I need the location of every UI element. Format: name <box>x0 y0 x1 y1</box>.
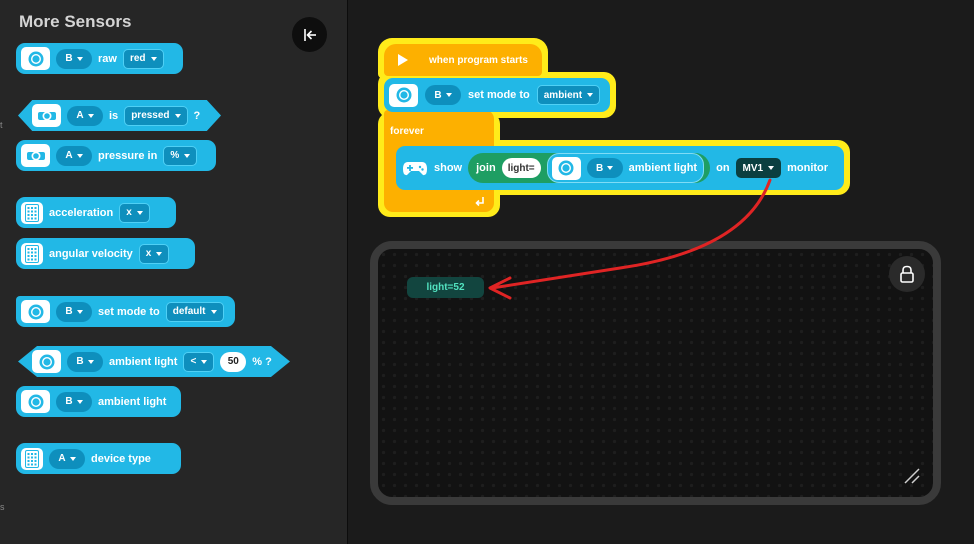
ambient-light-reporter[interactable]: B ambient light <box>546 153 705 183</box>
lock-icon <box>900 265 914 283</box>
monitor-dropdown[interactable]: MV1 <box>735 158 782 178</box>
forever-label: forever <box>390 126 424 137</box>
caret-down-icon <box>136 210 143 215</box>
caret-down-icon <box>76 56 83 61</box>
angular-velocity-block[interactable]: angular velocity x <box>16 238 195 269</box>
acceleration-block[interactable]: acceleration x <box>16 197 176 228</box>
play-icon <box>398 54 408 66</box>
port-dropdown[interactable]: B <box>56 391 92 412</box>
collapse-left-icon <box>303 28 316 41</box>
caret-down-icon <box>156 251 163 256</box>
block-palette: More Sensors t s B raw red A is pressed … <box>0 0 348 544</box>
operator-dropdown[interactable]: < <box>183 351 215 372</box>
caret-down-icon <box>445 93 452 97</box>
caret-down-icon <box>87 359 94 364</box>
loop-arrow-icon <box>475 197 484 207</box>
state-dropdown[interactable]: pressed <box>124 105 188 126</box>
join-block[interactable]: join light= B ambient light <box>468 153 711 183</box>
set-mode-block[interactable]: B set mode to default <box>16 296 235 327</box>
unit-suffix: % ? <box>252 355 272 368</box>
caret-down-icon <box>210 309 217 314</box>
caret-down-icon <box>76 399 83 404</box>
monitor-value-chip: light=52 <box>407 277 484 298</box>
show-on-monitor-block[interactable]: show join light= B ambient light on MV1 … <box>396 146 844 190</box>
hat-label: when program starts <box>429 55 528 66</box>
mode-dropdown[interactable]: ambient <box>536 85 601 105</box>
mode-dropdown[interactable]: default <box>165 301 224 322</box>
reporter-label: ambient light <box>628 162 698 174</box>
join-label: join <box>476 162 496 174</box>
resize-grip-icon[interactable] <box>903 467 921 485</box>
port-dropdown[interactable]: B <box>56 48 92 69</box>
ring-sensor-icon <box>21 300 50 323</box>
is-pressed-block[interactable]: A is pressed ? <box>18 100 221 131</box>
ring-sensor-icon <box>551 156 581 180</box>
axis-dropdown[interactable]: x <box>119 202 150 223</box>
block-label: angular velocity <box>49 247 133 260</box>
block-label: is <box>109 109 119 122</box>
block-label: device type <box>91 452 151 465</box>
caret-down-icon <box>76 309 83 314</box>
caret-down-icon <box>607 166 614 170</box>
unit-dropdown[interactable]: % <box>163 145 198 166</box>
caret-down-icon <box>69 456 76 461</box>
lock-button[interactable] <box>889 256 925 292</box>
port-dropdown[interactable]: A <box>49 448 85 469</box>
block-label: set mode to <box>468 89 530 101</box>
ambient-light-compare-block[interactable]: B ambient light < 50 % ? <box>18 346 290 377</box>
question-mark: ? <box>193 109 201 122</box>
edge-mark: t <box>0 120 3 130</box>
ring-sensor-icon <box>21 47 50 70</box>
ring-sensor-icon <box>389 83 418 107</box>
port-dropdown[interactable]: B <box>425 85 461 105</box>
pressure-block[interactable]: A pressure in % <box>16 140 216 171</box>
hub-icon <box>21 242 43 265</box>
port-dropdown[interactable]: B <box>67 351 103 372</box>
collapse-palette-button[interactable] <box>292 17 327 52</box>
set-mode-ambient-block[interactable]: B set mode to ambient <box>384 78 610 112</box>
port-dropdown[interactable]: B <box>56 301 92 322</box>
caret-down-icon <box>87 113 94 118</box>
caret-down-icon <box>201 359 208 364</box>
palette-title: More Sensors <box>19 12 132 31</box>
caret-down-icon <box>174 113 181 118</box>
port-dropdown[interactable]: A <box>56 145 92 166</box>
caret-down-icon <box>587 93 594 97</box>
device-type-block[interactable]: A device type <box>16 443 181 474</box>
threshold-input[interactable]: 50 <box>220 351 247 372</box>
block-label: ambient light <box>109 355 178 368</box>
show-label: show <box>434 162 463 174</box>
ring-sensor-icon <box>32 350 61 373</box>
caret-down-icon <box>76 153 83 158</box>
caret-down-icon <box>150 56 157 61</box>
block-label: set mode to <box>98 305 160 318</box>
join-text-input[interactable]: light= <box>501 158 541 178</box>
hub-icon <box>21 201 43 224</box>
gamepad-icon <box>403 162 427 176</box>
axis-dropdown[interactable]: x <box>138 243 170 264</box>
color-dropdown[interactable]: red <box>122 48 164 69</box>
on-label: on <box>716 162 730 174</box>
port-dropdown[interactable]: A <box>67 105 103 126</box>
port-dropdown[interactable]: B <box>586 158 623 178</box>
block-label: pressure in <box>98 149 158 162</box>
caret-down-icon <box>768 166 775 170</box>
block-label: acceleration <box>49 206 114 219</box>
ring-sensor-icon <box>21 390 50 413</box>
caret-down-icon <box>184 153 191 158</box>
force-sensor-icon <box>32 104 61 127</box>
hub-icon <box>21 447 43 470</box>
block-label: ambient light <box>98 395 167 408</box>
monitor-label: monitor <box>787 162 829 174</box>
raw-color-block[interactable]: B raw red <box>16 43 183 74</box>
ambient-light-block[interactable]: B ambient light <box>16 386 181 417</box>
edge-mark: s <box>0 502 5 512</box>
block-label: raw <box>98 52 117 65</box>
force-sensor-icon <box>21 144 50 167</box>
